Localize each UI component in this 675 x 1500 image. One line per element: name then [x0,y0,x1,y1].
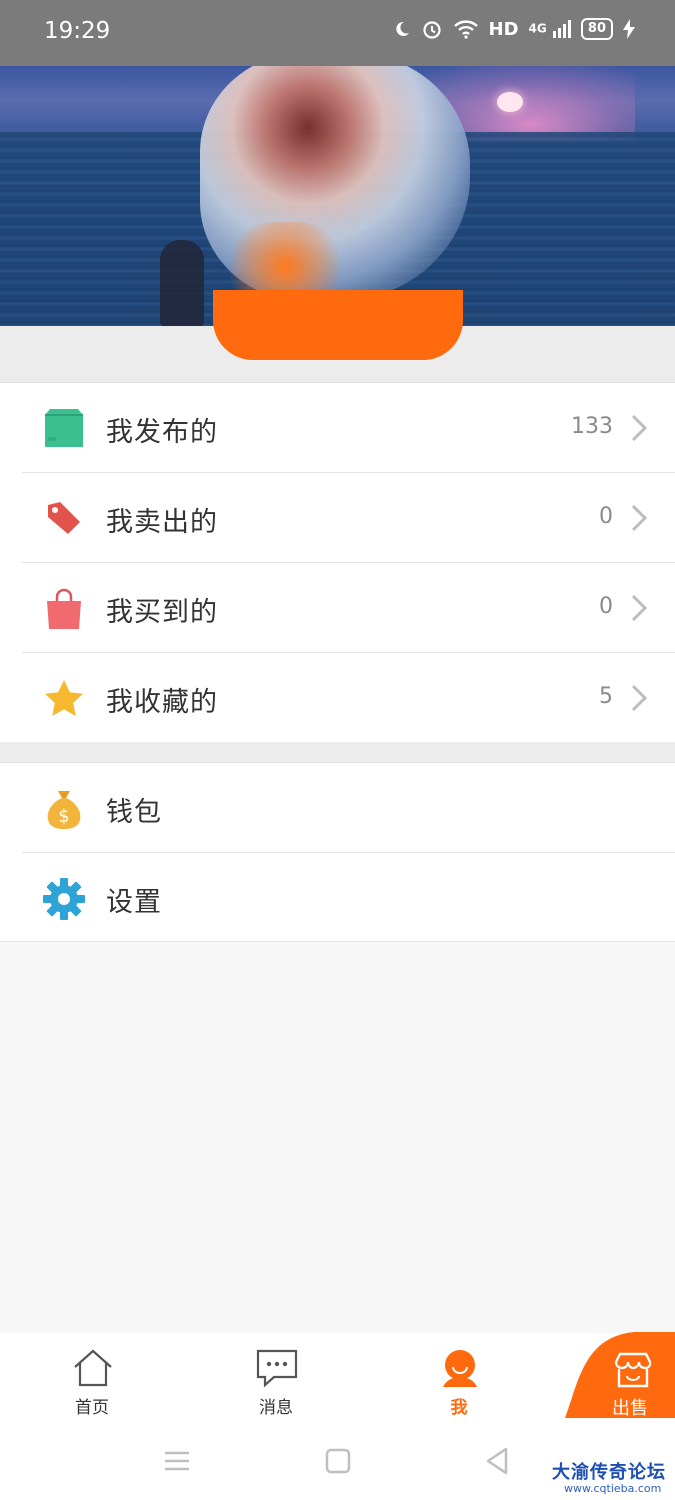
box-icon [45,409,83,447]
tab-label: 消息 [259,1398,293,1418]
menu-item-label: 我收藏的 [106,687,218,718]
tag-icon [48,502,80,534]
network-label: HD [488,18,519,40]
menu-item-bought[interactable]: 我买到的 0 [0,563,675,653]
menu-item-sold[interactable]: 我卖出的 0 [0,473,675,563]
money-bag-icon: $ [47,791,81,829]
tab-label: 我 [450,1398,468,1418]
svg-text:$: $ [58,806,69,827]
menu-item-favorites[interactable]: 我收藏的 5 [0,653,675,743]
menu-icon[interactable] [161,1445,193,1477]
alarm-icon [422,21,441,39]
menu-item-count: 133 [571,414,613,439]
menu-item-label: 我发布的 [106,417,218,448]
signal-icon: 4G [529,19,571,39]
back-icon[interactable] [482,1445,514,1477]
chevron-right-icon [631,594,648,622]
chevron-right-icon [631,414,648,442]
tab-label: 首页 [75,1398,109,1418]
menu-item-label: 设置 [106,887,162,918]
watermark-title: 大渝传奇论坛 [552,1462,666,1483]
menu-item-count: 5 [599,684,613,709]
gear-icon [43,878,85,920]
menu-item-settings[interactable]: 设置 [0,853,675,943]
signal-label: 4G [528,21,547,36]
star-icon [45,680,83,716]
menu-item-published[interactable]: 我发布的 133 [0,383,675,473]
username-pill-blurred[interactable] [213,290,463,360]
status-time: 19:29 [44,18,111,44]
person-silhouette [160,240,204,326]
battery-level: 80 [587,21,606,36]
message-icon [256,1349,298,1388]
profile-icon [443,1350,477,1387]
profile-banner[interactable] [0,52,675,326]
chevron-right-icon [631,684,648,712]
moon-icon [395,21,409,36]
chevron-right-icon [631,504,648,532]
menu-item-label: 我卖出的 [106,507,218,538]
sell-tab-label: 出售 [612,1398,648,1419]
battery-icon: 80 [580,18,613,40]
home-icon [74,1349,112,1387]
menu-item-count: 0 [599,594,613,619]
tab-me[interactable]: 我 [404,1333,514,1423]
group-spacer [0,742,675,762]
watermark-url: www.cqtieba.com [564,1482,662,1495]
menu-item-count: 0 [599,504,613,529]
tab-home[interactable]: 首页 [37,1333,147,1423]
menu-group-main: 我发布的 133 我卖出的 0 我买到的 0 我收藏的 5 [0,382,675,742]
menu-group-secondary: $ 钱包 设置 [0,762,675,942]
home-button-icon[interactable] [322,1445,354,1477]
store-icon [614,1352,652,1388]
tab-messages[interactable]: 消息 [221,1333,331,1423]
wifi-icon [453,20,478,39]
sun-image [497,92,523,112]
shopping-bag-icon [47,588,81,629]
charging-icon [623,19,635,39]
status-icons: HD 4G 80 [393,18,635,40]
status-bar: 19:29 HD 4G 80 [0,0,675,66]
menu-item-wallet[interactable]: $ 钱包 [0,763,675,853]
menu-item-label: 钱包 [106,797,162,828]
menu-item-label: 我买到的 [106,597,218,628]
